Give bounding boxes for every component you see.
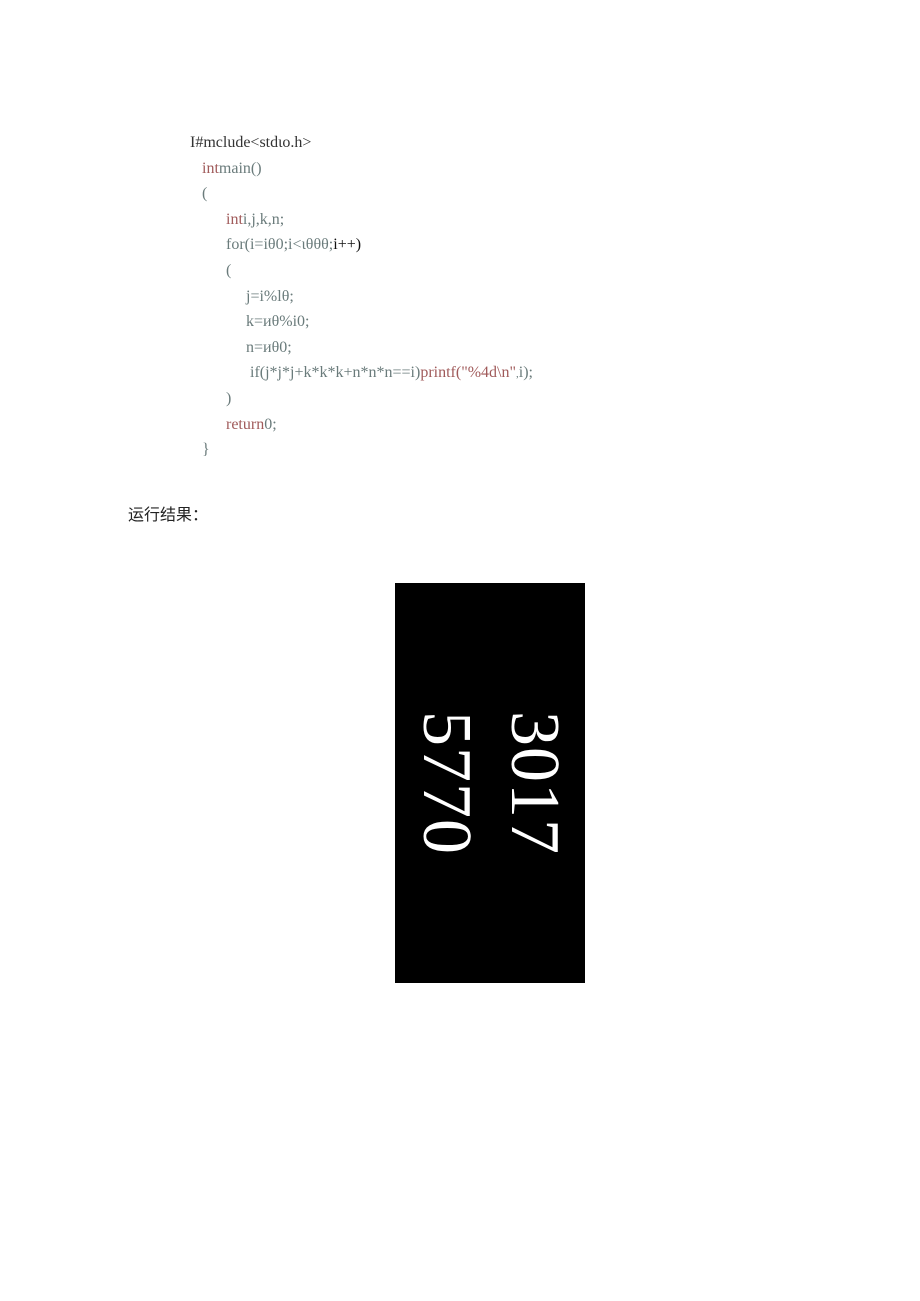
code-text: 0;i<ι bbox=[276, 236, 306, 253]
code-text: I#mclude<stdιo.h> bbox=[190, 134, 311, 151]
output-line: 5770 bbox=[402, 711, 490, 855]
code-line: for(i=iθ0;i<ιθθθ;i++) bbox=[190, 232, 790, 258]
keyword: int bbox=[226, 211, 243, 228]
result-label: 运行结果： bbox=[128, 501, 790, 525]
document-page: I#mclude<stdιo.h> intmain() ( inti,j,k,n… bbox=[0, 0, 920, 1301]
console-text: 3017 5770 bbox=[402, 711, 578, 855]
console-output: 3017 5770 bbox=[395, 583, 585, 983]
code-text: θθθ bbox=[306, 236, 329, 253]
code-text: main() bbox=[219, 160, 262, 177]
code-text: n=и bbox=[246, 339, 272, 356]
code-line: ) bbox=[190, 386, 790, 412]
brace: ( bbox=[226, 262, 231, 279]
code-line: intmain() bbox=[190, 156, 790, 182]
code-text: for(i=i bbox=[226, 236, 268, 253]
brace: ) bbox=[226, 390, 231, 407]
code-line: ( bbox=[190, 181, 790, 207]
keyword: if bbox=[250, 364, 260, 381]
code-line: I#mclude<stdιo.h> bbox=[190, 130, 790, 156]
code-text: i++) bbox=[333, 236, 361, 253]
code-text: (j*j*j+k*k*k+n*n*n==i) bbox=[260, 364, 421, 381]
code-line: j=i%lθ; bbox=[190, 284, 790, 310]
code-line: ( bbox=[190, 258, 790, 284]
code-text: j=i%l bbox=[246, 288, 282, 305]
code-text: i,j,k,n; bbox=[243, 211, 284, 228]
code-text: θ bbox=[268, 236, 276, 253]
code-line: k=иθ%i0; bbox=[190, 309, 790, 335]
code-line: return0; bbox=[190, 412, 790, 438]
code-line: n=иθ0; bbox=[190, 335, 790, 361]
code-text: ; bbox=[289, 288, 293, 305]
code-text: 0; bbox=[279, 339, 291, 356]
keyword: int bbox=[202, 160, 219, 177]
brace: } bbox=[202, 441, 210, 458]
brace: ( bbox=[202, 185, 207, 202]
code-text: 0; bbox=[264, 416, 276, 433]
code-text: %i0; bbox=[279, 313, 309, 330]
code-text: printf("%4d\n" bbox=[420, 364, 516, 381]
code-text: k=и bbox=[246, 313, 272, 330]
keyword: return bbox=[226, 416, 264, 433]
code-line: inti,j,k,n; bbox=[190, 207, 790, 233]
code-line: } bbox=[190, 437, 790, 463]
code-block: I#mclude<stdιo.h> intmain() ( inti,j,k,n… bbox=[190, 130, 790, 463]
output-line: 3017 bbox=[490, 711, 578, 855]
code-line: if(j*j*j+k*k*k+n*n*n==i)printf("%4d\n",i… bbox=[190, 360, 790, 386]
code-text: i); bbox=[519, 364, 533, 381]
